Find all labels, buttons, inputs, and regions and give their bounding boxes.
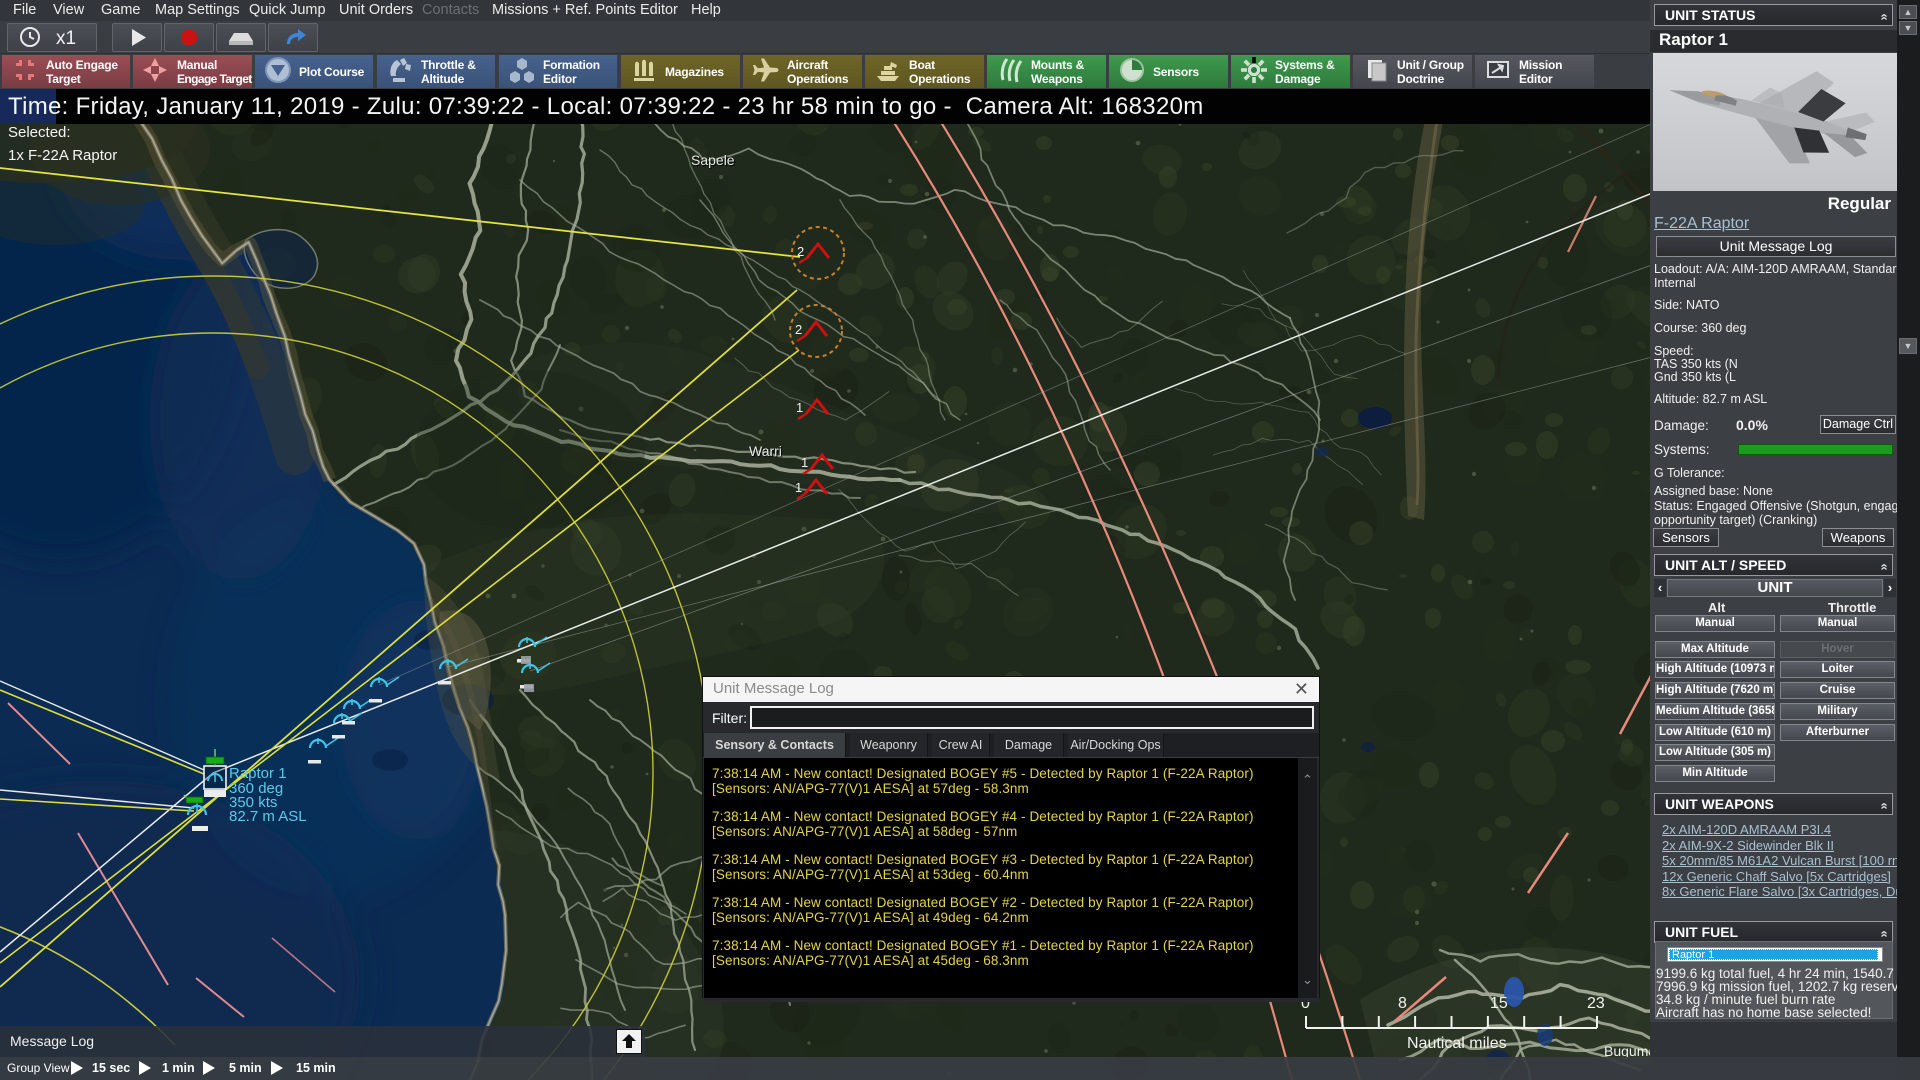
svg-text:82.7 m ASL: 82.7 m ASL <box>229 808 307 825</box>
svg-text:Sapele: Sapele <box>691 152 735 168</box>
svg-text:Nautical miles: Nautical miles <box>1407 1035 1507 1052</box>
svg-text:x1: x1 <box>56 28 76 49</box>
svg-text:Warri: Warri <box>749 443 782 459</box>
svg-text:1: 1 <box>801 455 808 470</box>
svg-text:1: 1 <box>795 480 802 495</box>
svg-text:15: 15 <box>1490 995 1508 1012</box>
svg-text:2: 2 <box>795 322 802 337</box>
svg-text:23: 23 <box>1587 995 1605 1012</box>
svg-text:1x F-22A Raptor: 1x F-22A Raptor <box>8 147 117 164</box>
svg-text:1: 1 <box>796 400 803 415</box>
svg-text:8: 8 <box>1398 995 1407 1012</box>
svg-text:2: 2 <box>797 244 804 259</box>
svg-text:Selected:: Selected: <box>8 124 71 141</box>
